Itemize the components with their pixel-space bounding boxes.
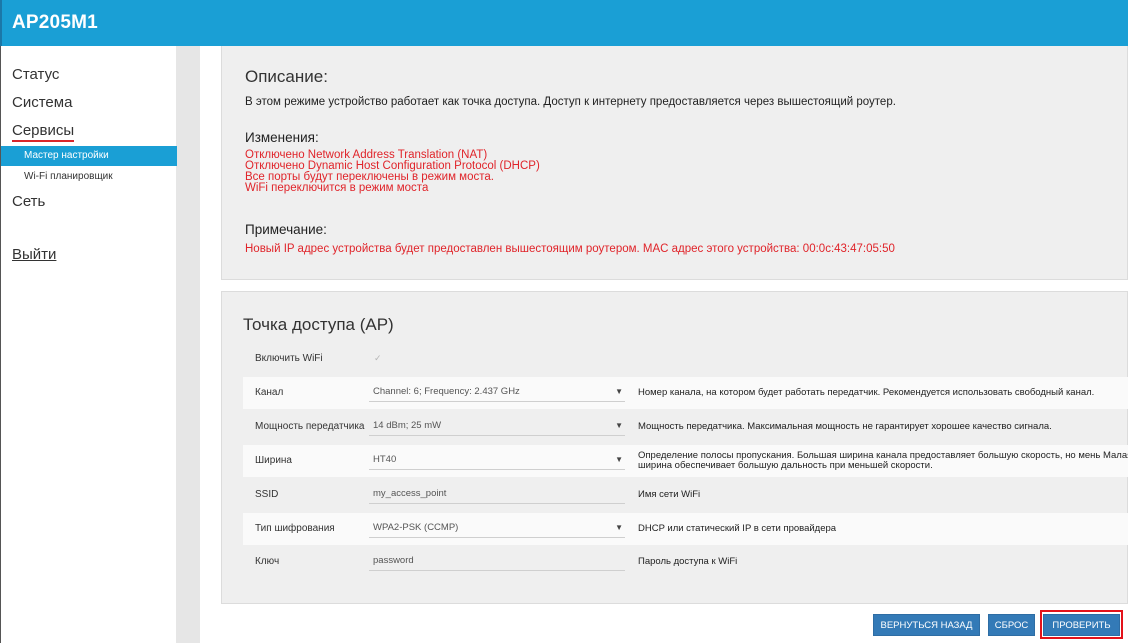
encryption-select[interactable]: WPA2-PSK (CCMP) ▼ bbox=[369, 520, 625, 538]
channel-select[interactable]: Channel: 6; Frequency: 2.437 GHz ▼ bbox=[369, 384, 625, 402]
enable-wifi-row: Включить WiFi ✓ bbox=[243, 343, 1128, 375]
power-help: Мощность передатчика. Максимальная мощно… bbox=[638, 421, 1052, 432]
encryption-label: Тип шифрования bbox=[255, 523, 335, 534]
power-select-value: 14 dBm; 25 mW bbox=[373, 420, 442, 431]
enable-wifi-checkbox[interactable]: ✓ bbox=[374, 353, 385, 364]
chevron-down-icon: ▼ bbox=[615, 421, 623, 430]
description-heading: Описание: bbox=[245, 67, 328, 86]
width-help: Определение полосы пропускания. Большая … bbox=[638, 450, 1128, 471]
description-text: В этом режиме устройство работает как то… bbox=[245, 96, 896, 108]
reset-button[interactable]: СБРОС bbox=[988, 614, 1035, 636]
ssid-input[interactable]: my_access_point bbox=[369, 486, 625, 504]
enable-wifi-label: Включить WiFi bbox=[255, 353, 323, 364]
back-button[interactable]: ВЕРНУТЬСЯ НАЗАД bbox=[873, 614, 980, 636]
width-label: Ширина bbox=[255, 455, 292, 466]
key-label: Ключ bbox=[255, 556, 280, 567]
encryption-select-value: WPA2-PSK (CCMP) bbox=[373, 522, 459, 533]
width-select[interactable]: HT40 ▼ bbox=[369, 452, 625, 470]
width-row: Ширина HT40 ▼ Определение полосы пропуск… bbox=[243, 445, 1128, 477]
channel-help: Номер канала, на котором будет работать … bbox=[638, 387, 1095, 398]
power-label: Мощность передатчика bbox=[255, 421, 365, 432]
logout-link[interactable]: Выйти bbox=[12, 246, 56, 263]
check-button[interactable]: ПРОВЕРИТЬ bbox=[1043, 614, 1120, 636]
key-help: Пароль доступа к WiFi bbox=[638, 556, 738, 567]
sidebar-subitem-wifi-scheduler[interactable]: Wi-Fi планировщик bbox=[1, 167, 177, 187]
power-row: Мощность передатчика 14 dBm; 25 mW ▼ Мощ… bbox=[243, 411, 1128, 443]
note-heading: Примечание: bbox=[245, 222, 327, 237]
top-header-bar: AP205M1 bbox=[0, 0, 1128, 46]
ap-section-title: Точка доступа (AP) bbox=[243, 315, 394, 334]
chevron-down-icon: ▼ bbox=[615, 387, 623, 396]
channel-select-value: Channel: 6; Frequency: 2.437 GHz bbox=[373, 386, 520, 397]
key-input[interactable]: password bbox=[369, 553, 625, 571]
ssid-label: SSID bbox=[255, 489, 279, 500]
key-row: Ключ password Пароль доступа к WiFi bbox=[243, 546, 1128, 578]
sidebar-item-network[interactable]: Сеть bbox=[12, 193, 45, 210]
encryption-row: Тип шифрования WPA2-PSK (CCMP) ▼ DHCP ил… bbox=[243, 513, 1128, 545]
encryption-help: DHCP или статический IP в сети провайдер… bbox=[638, 523, 837, 534]
power-select[interactable]: 14 dBm; 25 mW ▼ bbox=[369, 418, 625, 436]
sidebar-item-status[interactable]: Статус bbox=[12, 66, 59, 83]
channel-label: Канал bbox=[255, 387, 284, 398]
ssid-help: Имя сети WiFi bbox=[638, 489, 701, 500]
note-text: Новый IP адрес устройства будет предоста… bbox=[245, 243, 895, 255]
changes-heading: Изменения: bbox=[245, 130, 319, 145]
ssid-row: SSID my_access_point Имя сети WiFi bbox=[243, 479, 1128, 511]
chevron-down-icon: ▼ bbox=[615, 455, 623, 464]
device-model-title: AP205M1 bbox=[12, 12, 98, 33]
channel-row: Канал Channel: 6; Frequency: 2.437 GHz ▼… bbox=[243, 377, 1128, 409]
sidebar: Статус Система Сервисы Мастер настройки … bbox=[0, 46, 177, 643]
sidebar-item-services[interactable]: Сервисы bbox=[12, 122, 75, 142]
sidebar-item-system[interactable]: Система bbox=[12, 94, 72, 111]
sidebar-subitem-setup-wizard[interactable]: Мастер настройки bbox=[1, 146, 177, 166]
changes-list: Отключено Network Address Translation (N… bbox=[245, 149, 540, 194]
change-item: WiFi переключится в режим моста bbox=[245, 182, 429, 194]
chevron-down-icon: ▼ bbox=[615, 523, 623, 532]
width-select-value: HT40 bbox=[373, 454, 397, 465]
